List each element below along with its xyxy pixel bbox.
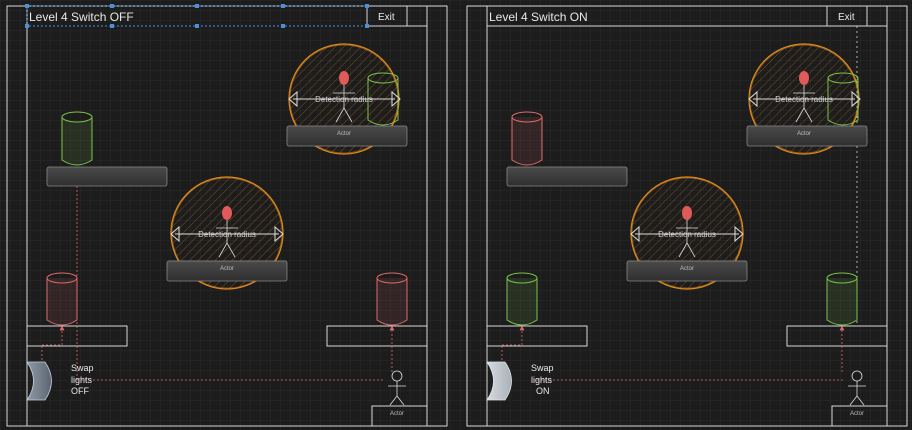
- enemy-head: [682, 206, 692, 220]
- actor-label: Actor: [797, 131, 811, 137]
- swap-label-line-2: lights: [71, 375, 93, 385]
- actor-label: Actor: [220, 266, 234, 272]
- cylinder-bottom-right: [376, 272, 408, 326]
- player-label: Actor: [390, 411, 404, 417]
- detection-label: Detection radius: [198, 230, 256, 239]
- swap-label-line-1: Swap: [71, 363, 94, 373]
- enemy-head: [339, 71, 349, 85]
- enemy-head: [799, 71, 809, 85]
- cylinder-bottom-right: [826, 272, 858, 326]
- platform-top-left: [46, 166, 168, 187]
- swap-label-line-3: ON: [536, 386, 550, 396]
- cylinder-top: [511, 111, 543, 166]
- cylinder-bottom-left: [46, 272, 78, 326]
- detection-label: Detection radius: [315, 95, 373, 104]
- player-label: Actor: [850, 411, 864, 417]
- platform-top-left: [506, 166, 628, 187]
- level-diagram-canvas: Level 4 Switch OFF Exit Actor Detection …: [0, 0, 912, 430]
- detection-label: Detection radius: [775, 95, 833, 104]
- enemy-head: [222, 206, 232, 220]
- swap-label-line-1: Swap: [531, 363, 554, 373]
- swap-label-line-2: lights: [531, 375, 553, 385]
- panel-title: Level 4 Switch OFF: [29, 10, 134, 24]
- actor-label: Actor: [337, 131, 351, 137]
- panel-title: Level 4 Switch ON: [489, 10, 588, 24]
- detection-label: Detection radius: [658, 230, 716, 239]
- exit-label[interactable]: Exit: [838, 12, 855, 23]
- actor-label: Actor: [680, 266, 694, 272]
- swap-label-line-3: OFF: [71, 386, 89, 396]
- exit-label[interactable]: Exit: [378, 12, 395, 23]
- cylinder-bottom-left: [506, 272, 538, 326]
